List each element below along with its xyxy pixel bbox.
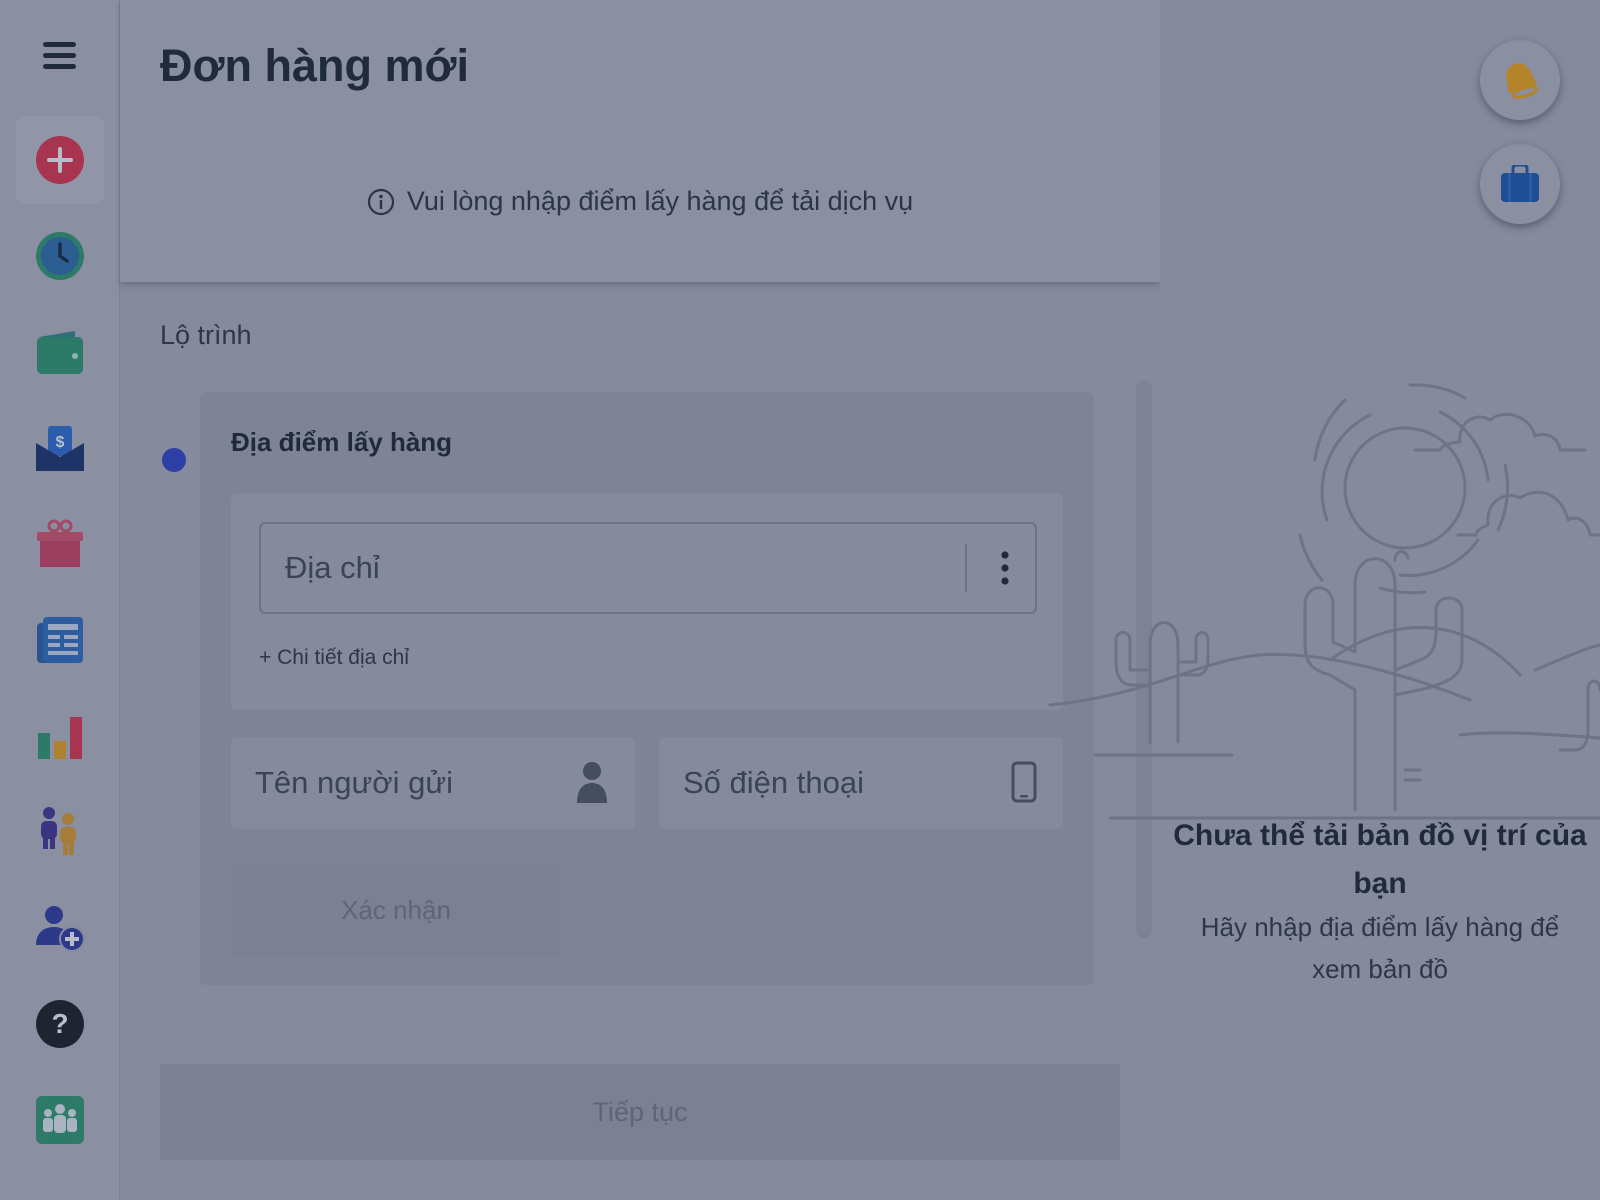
bell-icon [1506,63,1538,99]
address-box: + Chi tiết địa chỉ [231,494,1063,710]
service-notice-text: Vui lòng nhập điểm lấy hàng để tải dịch … [406,186,914,216]
clock-icon [36,232,84,280]
svg-text:?: ? [51,1008,68,1039]
team-icon [36,1096,84,1144]
add-user-icon [36,906,85,952]
sidebar-item-wallet[interactable] [16,308,104,396]
pickup-title: Địa điểm lấy hàng [231,427,453,457]
plus-circle-icon [36,136,84,184]
page-title: Đơn hàng mới [160,40,469,91]
sidebar-item-news[interactable] [16,596,104,684]
address-divider [965,544,967,592]
confirm-button[interactable]: Xác nhận [231,864,561,956]
route-section-label: Lộ trình [160,320,252,350]
notifications-button[interactable] [1480,40,1560,120]
sidebar-item-rewards[interactable] [16,500,104,588]
wallet-icon [37,331,83,374]
sidebar-item-statistics[interactable] [16,692,104,780]
map-empty-title: Chưa thể tải bản đồ vị trí của bạn [1173,819,1587,900]
panel-header: Đơn hàng mới Vui lòng nhập điểm lấy hàng… [120,0,1160,282]
info-icon [367,188,394,215]
address-field [259,522,1037,614]
pickup-card: Địa điểm lấy hàng + Chi tiết địa chỉ [200,392,1094,985]
sidebar-item-payment[interactable]: $ [16,404,104,492]
newspaper-icon [37,617,83,663]
sidebar-item-history[interactable] [16,212,104,300]
address-input[interactable] [261,524,965,612]
help-icon: ? [36,1000,84,1048]
briefcase-icon [1501,165,1539,202]
money-envelope-icon: $ [36,426,84,471]
svg-text:$: $ [56,434,65,451]
sidebar-item-new-order[interactable] [16,116,104,204]
sender-name-input[interactable] [231,737,575,829]
people-icon [41,807,76,855]
person-icon [577,762,607,803]
sender-name-field [231,737,635,829]
bar-chart-icon [38,717,82,759]
continue-button[interactable]: Tiếp tục [160,1064,1120,1160]
service-notice: Vui lòng nhập điểm lấy hàng để tải dịch … [120,186,1160,217]
gift-icon [37,519,83,567]
sidebar-item-members[interactable] [16,788,104,876]
sidebar-item-community[interactable] [16,1076,104,1164]
pickup-step-dot [162,448,186,472]
map-empty-subtitle: Hãy nhập địa điểm lấy hàng để xem bản đồ [1200,912,1560,984]
address-detail-link[interactable]: + Chi tiết địa chỉ [259,646,409,670]
sidebar-item-help[interactable]: ? [16,980,104,1068]
orders-button[interactable] [1480,144,1560,224]
sidebar-nav: $ ? [0,0,121,1200]
sidebar-item-invite[interactable] [16,884,104,972]
hamburger-menu-icon[interactable] [40,38,80,78]
desert-illustration [1048,383,1600,820]
phone-input[interactable] [659,737,1003,829]
